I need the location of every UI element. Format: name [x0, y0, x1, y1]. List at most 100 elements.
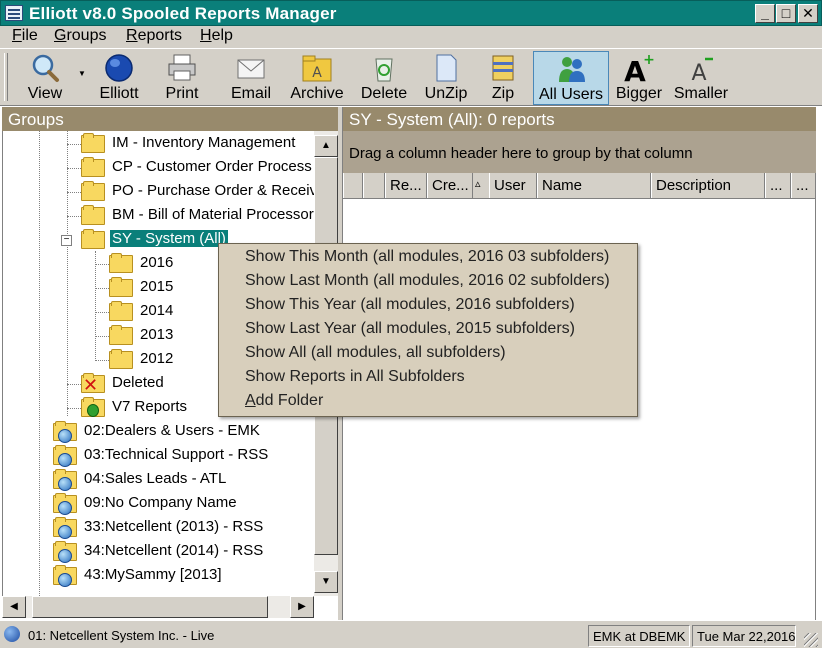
folder-icon [109, 277, 133, 297]
tree-item-bm[interactable]: BM - Bill of Material Processor [81, 205, 321, 227]
menu-groups[interactable]: Groups [54, 27, 106, 45]
tree-horizontal-scrollbar[interactable]: ◀ ▶ [2, 596, 314, 618]
tree-connector [95, 336, 109, 337]
tree-item-company-43[interactable]: 43:MySammy [2013] [53, 565, 313, 587]
company-folder-icon [53, 445, 77, 467]
folder-context-menu: Show This Month (all modules, 2016 03 su… [218, 243, 638, 417]
open-folder-icon [81, 229, 105, 249]
view-button[interactable]: View [14, 51, 76, 105]
menu-help[interactable]: Help [200, 27, 233, 45]
menu-file[interactable]: File [12, 27, 38, 45]
folder-icon [109, 301, 133, 321]
tree-item-company-02[interactable]: 02:Dealers & Users - EMK [53, 421, 313, 443]
sort-ascending-icon[interactable]: ▵ [473, 173, 489, 198]
company-globe-icon [4, 626, 20, 642]
font-smaller-icon: A [691, 57, 713, 83]
close-button[interactable]: ✕ [798, 4, 818, 23]
title-bar: Elliott v8.0 Spooled Reports Manager _ □… [0, 0, 822, 26]
company-folder-icon [53, 565, 77, 587]
unzip-button[interactable]: UnZip [420, 51, 472, 105]
column-header-flag[interactable] [363, 173, 385, 198]
folder-icon [81, 157, 105, 177]
column-header-name[interactable]: Name [537, 173, 651, 198]
print-button[interactable]: Print [156, 51, 208, 105]
menu-show-last-year[interactable]: Show Last Year (all modules, 2015 subfol… [245, 320, 575, 344]
tree-connector [67, 408, 81, 409]
group-by-area[interactable]: Drag a column header here to group by th… [343, 131, 816, 173]
tree-item-po[interactable]: PO - Purchase Order & Receiv [81, 181, 321, 203]
view-dropdown-arrow-icon[interactable]: ▼ [78, 69, 86, 78]
column-header-select[interactable] [343, 173, 363, 198]
email-button[interactable]: Email [224, 51, 278, 105]
scroll-thumb[interactable] [32, 596, 268, 618]
svg-text:A: A [691, 61, 706, 83]
folder-icon [81, 205, 105, 225]
folder-icon [81, 181, 105, 201]
company-folder-icon [53, 469, 77, 491]
status-company: 01: Netcellent System Inc. - Live [28, 628, 215, 643]
scroll-down-icon[interactable]: ▼ [314, 571, 338, 593]
folder-icon [81, 133, 105, 153]
tree-item-company-34[interactable]: 34:Netcellent (2014) - RSS [53, 541, 313, 563]
company-folder-icon [53, 421, 77, 443]
envelope-icon [237, 59, 265, 79]
tree-item-cp[interactable]: CP - Customer Order Process [81, 157, 321, 179]
toolbar-grip[interactable] [4, 53, 8, 101]
tree-connector [95, 264, 109, 265]
scroll-up-icon[interactable]: ▲ [314, 135, 338, 157]
column-header-description[interactable]: Description [651, 173, 765, 198]
column-header-extra-1[interactable]: ... [765, 173, 791, 198]
tree-item-company-33[interactable]: 33:Netcellent (2013) - RSS [53, 517, 313, 539]
folder-icon [109, 253, 133, 273]
column-header-created[interactable]: Cre... [427, 173, 473, 198]
minimize-button[interactable]: _ [755, 4, 775, 23]
window-title: Elliott v8.0 Spooled Reports Manager [29, 4, 337, 23]
tree-item-company-04[interactable]: 04:Sales Leads - ATL [53, 469, 313, 491]
menu-reports[interactable]: Reports [126, 27, 182, 45]
app-icon[interactable] [5, 5, 23, 21]
menu-add-folder[interactable]: Add Folder [245, 392, 323, 416]
toolbar: View ▼ Elliott Print Email A Archive Del… [0, 48, 822, 106]
elliott-button[interactable]: Elliott [92, 51, 146, 105]
smaller-button[interactable]: A Smaller [670, 51, 732, 105]
tree-item-company-03[interactable]: 03:Technical Support - RSS [53, 445, 313, 467]
archive-button[interactable]: A Archive [286, 51, 348, 105]
menu-show-all-subfolders[interactable]: Show Reports in All Subfolders [245, 368, 465, 392]
column-header-extra-2[interactable]: ... [791, 173, 816, 198]
scroll-right-icon[interactable]: ▶ [290, 596, 314, 618]
resize-grip-icon[interactable] [804, 633, 818, 647]
tree-item-company-09[interactable]: 09:No Company Name [53, 493, 313, 515]
collapse-toggle-icon[interactable]: − [61, 235, 72, 246]
group-by-hint: Drag a column header here to group by th… [349, 145, 693, 162]
menu-show-this-month[interactable]: Show This Month (all modules, 2016 03 su… [245, 248, 609, 272]
zip-archive-icon [492, 55, 514, 81]
menu-show-this-year[interactable]: Show This Year (all modules, 2016 subfol… [245, 296, 575, 320]
menu-show-all[interactable]: Show All (all modules, all subfolders) [245, 344, 506, 368]
status-date: Tue Mar 22,2016 [692, 625, 796, 647]
tree-connector [95, 312, 109, 313]
tree-connector [67, 216, 81, 217]
tree-connector [67, 384, 81, 385]
column-header-report[interactable]: Re... [385, 173, 427, 198]
company-folder-icon [53, 517, 77, 539]
tree-connector [67, 144, 81, 145]
zip-button[interactable]: Zip [480, 51, 526, 105]
tree-connector [39, 131, 40, 596]
all-users-button[interactable]: All Users [533, 51, 609, 105]
bigger-button[interactable]: A + Bigger [614, 51, 664, 105]
svg-text:+: + [643, 53, 655, 68]
menu-show-last-month[interactable]: Show Last Month (all modules, 2016 02 su… [245, 272, 610, 296]
tree-connector [95, 288, 109, 289]
column-header-user[interactable]: User [489, 173, 537, 198]
document-icon [436, 54, 457, 82]
delete-button[interactable]: Delete [356, 51, 412, 105]
grid-column-headers: Re... Cre... ▵ User Name Description ...… [343, 173, 816, 199]
scroll-left-icon[interactable]: ◀ [2, 596, 26, 618]
tree-connector [95, 360, 109, 361]
tree-item-im[interactable]: IM - Inventory Management [81, 133, 321, 155]
maximize-button[interactable]: □ [776, 4, 796, 23]
printer-icon [168, 54, 196, 81]
users-icon [559, 57, 585, 82]
recycle-bin-icon [375, 58, 393, 82]
status-bar: 01: Netcellent System Inc. - Live EMK at… [0, 620, 822, 648]
